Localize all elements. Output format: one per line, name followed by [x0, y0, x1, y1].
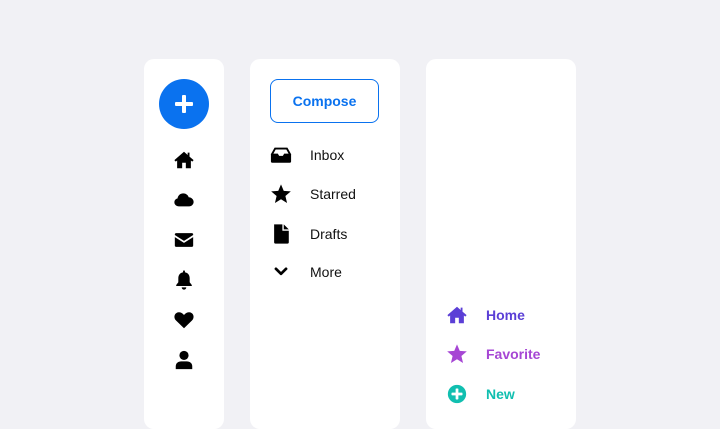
nav-item-label: More [310, 264, 342, 280]
star-icon [270, 183, 292, 205]
chevron-down-icon [270, 261, 292, 283]
home-icon [446, 304, 468, 326]
nav-item-favorite[interactable]: Favorite [446, 340, 566, 368]
nav-item-label: New [486, 386, 515, 402]
rail-item-cloud[interactable] [172, 188, 196, 212]
nav-item-label: Drafts [310, 226, 348, 242]
plus-icon [173, 93, 195, 115]
home-icon [173, 149, 195, 171]
nav-item-label: Home [486, 307, 525, 323]
user-icon [173, 349, 195, 371]
inbox-icon [270, 144, 292, 166]
cloud-icon [173, 189, 195, 211]
compose-button[interactable]: Compose [270, 79, 379, 123]
nav-item-home[interactable]: Home [446, 301, 566, 329]
colored-nav-panel: Home Favorite New [426, 59, 576, 429]
rail-item-home[interactable] [172, 148, 196, 172]
add-fab-button[interactable] [159, 79, 209, 129]
nav-item-starred[interactable]: Starred [270, 180, 390, 208]
plus-circle-icon [446, 383, 468, 405]
nav-item-drafts[interactable]: Drafts [270, 220, 390, 248]
envelope-icon [173, 229, 195, 251]
file-icon [270, 223, 292, 245]
rail-item-mail[interactable] [172, 228, 196, 252]
icon-rail [144, 59, 224, 429]
heart-icon [173, 309, 195, 331]
nav-item-label: Starred [310, 186, 356, 202]
rail-item-notifications[interactable] [172, 268, 196, 292]
nav-item-new[interactable]: New [446, 380, 566, 408]
nav-item-inbox[interactable]: Inbox [270, 141, 390, 169]
nav-drawer: Compose Inbox Starred Drafts More [250, 59, 400, 429]
rail-item-favorites[interactable] [172, 308, 196, 332]
nav-item-label: Favorite [486, 346, 541, 362]
bell-icon [173, 269, 195, 291]
nav-item-more[interactable]: More [270, 258, 390, 286]
star-icon [446, 343, 468, 365]
rail-item-profile[interactable] [172, 348, 196, 372]
nav-item-label: Inbox [310, 147, 345, 163]
